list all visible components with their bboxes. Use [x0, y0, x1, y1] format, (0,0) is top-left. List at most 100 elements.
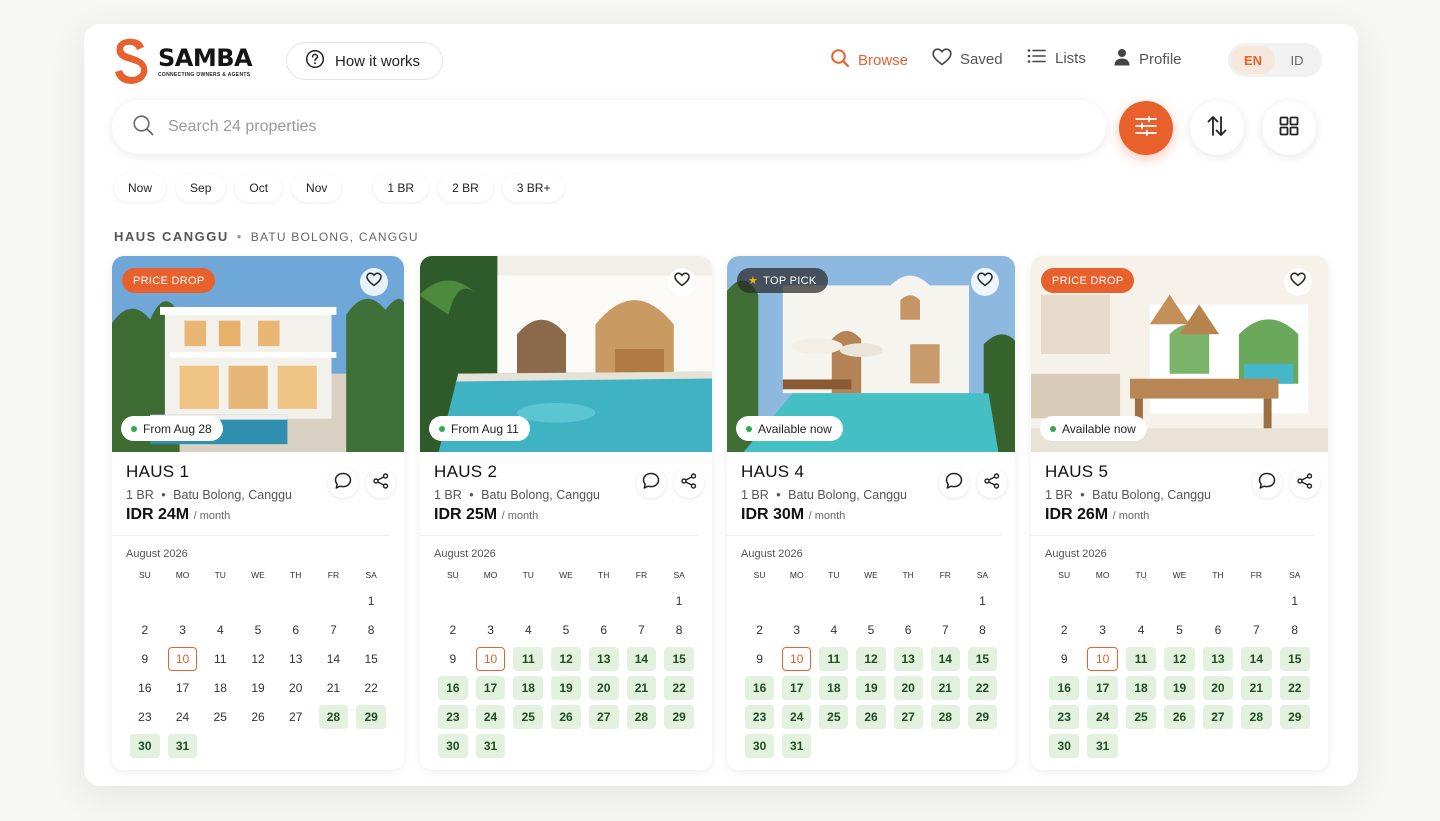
calendar-day[interactable]: 25: [513, 705, 544, 729]
calendar-day[interactable]: 13: [588, 647, 619, 671]
calendar-day[interactable]: 24: [782, 705, 812, 729]
calendar-day[interactable]: 16: [438, 676, 468, 700]
calendar-day[interactable]: 25: [1125, 705, 1157, 729]
save-heart-button[interactable]: [971, 268, 999, 296]
calendar-day[interactable]: 26: [551, 705, 581, 729]
how-it-works-button[interactable]: How it works: [286, 42, 444, 80]
share-button[interactable]: [366, 468, 396, 498]
calendar-day[interactable]: 19: [856, 676, 886, 700]
calendar-day[interactable]: 15: [1279, 647, 1310, 671]
calendar-day[interactable]: 30: [1049, 734, 1080, 758]
calendar-day[interactable]: 20: [1202, 676, 1234, 700]
search-input[interactable]: [168, 118, 968, 136]
share-button[interactable]: [977, 468, 1007, 498]
save-heart-button[interactable]: [668, 268, 696, 296]
message-button[interactable]: [328, 468, 358, 498]
calendar-day[interactable]: 21: [626, 676, 657, 700]
calendar-day[interactable]: 27: [588, 705, 619, 729]
calendar-day[interactable]: 21: [930, 676, 960, 700]
calendar-day[interactable]: 15: [664, 647, 694, 671]
calendar-day[interactable]: 13: [1202, 647, 1234, 671]
calendar-day[interactable]: 30: [745, 734, 775, 758]
listing-card[interactable]: PRICE DROP Available now HAUS 5 1 BR • B…: [1031, 256, 1328, 770]
calendar-day[interactable]: 13: [893, 647, 923, 671]
lang-en[interactable]: EN: [1231, 46, 1275, 74]
message-button[interactable]: [939, 468, 969, 498]
calendar-day[interactable]: 31: [167, 734, 198, 758]
calendar-day[interactable]: 11: [513, 647, 544, 671]
calendar-day[interactable]: 30: [438, 734, 468, 758]
chip-1br[interactable]: 1 BR: [373, 174, 429, 202]
nav-browse[interactable]: Browse: [830, 48, 908, 72]
calendar-day[interactable]: 29: [356, 705, 386, 729]
calendar-day[interactable]: 14: [930, 647, 960, 671]
calendar-day[interactable]: 16: [1049, 676, 1080, 700]
share-button[interactable]: [674, 468, 704, 498]
listing-photo[interactable]: ★ TOP PICK Available now: [727, 256, 1015, 452]
calendar-day[interactable]: 28: [318, 705, 349, 729]
calendar-day[interactable]: 24: [475, 705, 506, 729]
calendar-day[interactable]: 14: [1241, 647, 1272, 671]
listing-card[interactable]: ★ TOP PICK Available now HAUS 4 1 BR • Ba…: [727, 256, 1015, 770]
calendar-day[interactable]: 20: [588, 676, 619, 700]
calendar-day[interactable]: 29: [1279, 705, 1310, 729]
listing-photo[interactable]: From Aug 11: [420, 256, 712, 452]
calendar-day[interactable]: 31: [782, 734, 812, 758]
calendar-day[interactable]: 15: [967, 647, 997, 671]
calendar-day[interactable]: 23: [438, 705, 468, 729]
calendar-day[interactable]: 22: [1279, 676, 1310, 700]
listing-card[interactable]: PRICE DROP From Aug 28 HAUS 1 1 BR • Bat…: [112, 256, 404, 770]
listing-photo[interactable]: PRICE DROP Available now: [1031, 256, 1328, 452]
calendar-day[interactable]: 11: [1125, 647, 1157, 671]
calendar-day[interactable]: 11: [819, 647, 849, 671]
calendar-day[interactable]: 27: [893, 705, 923, 729]
calendar-day[interactable]: 17: [1087, 676, 1118, 700]
calendar-day[interactable]: 27: [1202, 705, 1234, 729]
calendar-day[interactable]: 12: [551, 647, 581, 671]
calendar-day[interactable]: 26: [856, 705, 886, 729]
chip-oct[interactable]: Oct: [235, 174, 283, 202]
calendar-day[interactable]: 17: [475, 676, 506, 700]
calendar-day[interactable]: 25: [819, 705, 849, 729]
calendar-day[interactable]: 23: [745, 705, 775, 729]
sort-button[interactable]: [1190, 101, 1244, 155]
nav-saved[interactable]: Saved: [932, 48, 1003, 70]
calendar-day[interactable]: 21: [1241, 676, 1272, 700]
share-button[interactable]: [1290, 468, 1320, 498]
listing-photo[interactable]: PRICE DROP From Aug 28: [112, 256, 404, 452]
calendar-day[interactable]: 22: [967, 676, 997, 700]
save-heart-button[interactable]: [360, 268, 388, 296]
logo[interactable]: SAMBA CONNECTING OWNERS & AGENTS: [114, 37, 253, 85]
save-heart-button[interactable]: [1284, 268, 1312, 296]
calendar-day[interactable]: 18: [819, 676, 849, 700]
grid-view-button[interactable]: [1262, 101, 1316, 155]
filter-button[interactable]: [1119, 101, 1173, 155]
calendar-day[interactable]: 19: [551, 676, 581, 700]
calendar-day[interactable]: 31: [1087, 734, 1118, 758]
calendar-day[interactable]: 28: [1241, 705, 1272, 729]
calendar-day[interactable]: 24: [1087, 705, 1118, 729]
message-button[interactable]: [636, 468, 666, 498]
lang-id[interactable]: ID: [1275, 46, 1319, 74]
chip-now[interactable]: Now: [114, 174, 167, 202]
calendar-day[interactable]: 28: [930, 705, 960, 729]
message-button[interactable]: [1252, 468, 1282, 498]
calendar-day[interactable]: 16: [745, 676, 775, 700]
calendar-day[interactable]: 12: [1164, 647, 1195, 671]
calendar-day[interactable]: 28: [626, 705, 657, 729]
calendar-day[interactable]: 18: [513, 676, 544, 700]
nav-lists[interactable]: Lists: [1027, 48, 1086, 68]
calendar-day[interactable]: 26: [1164, 705, 1195, 729]
chip-2br[interactable]: 2 BR: [438, 174, 493, 202]
chip-nov[interactable]: Nov: [292, 174, 342, 202]
chip-sep[interactable]: Sep: [176, 174, 226, 202]
calendar-day[interactable]: 12: [856, 647, 886, 671]
calendar-day[interactable]: 29: [967, 705, 997, 729]
calendar-day[interactable]: 22: [664, 676, 694, 700]
calendar-day[interactable]: 19: [1164, 676, 1195, 700]
calendar-day[interactable]: 18: [1125, 676, 1157, 700]
calendar-day[interactable]: 31: [475, 734, 506, 758]
calendar-day[interactable]: 29: [664, 705, 694, 729]
calendar-day[interactable]: 14: [626, 647, 657, 671]
calendar-day[interactable]: 23: [1049, 705, 1080, 729]
